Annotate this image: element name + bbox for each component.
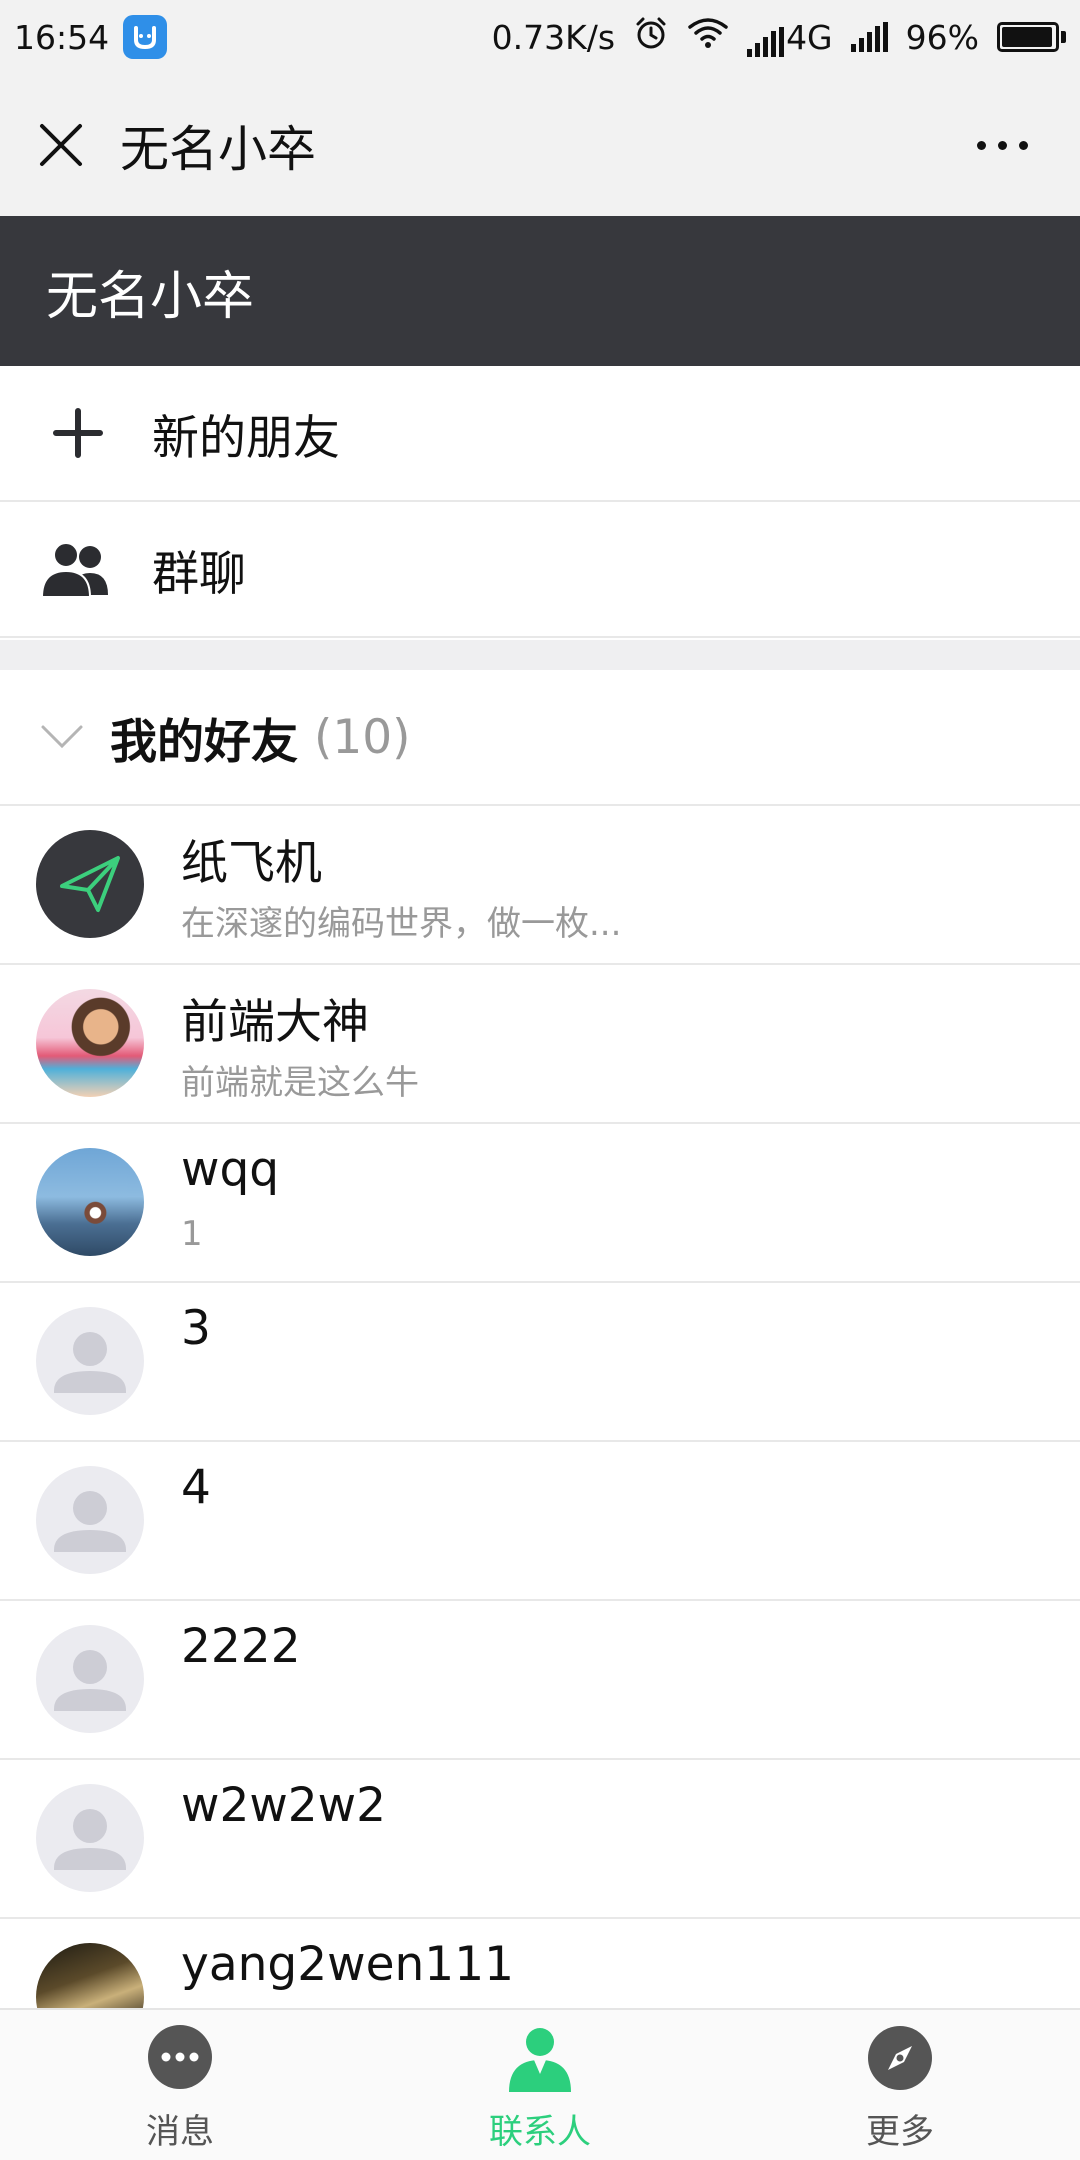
plus-icon <box>38 405 118 461</box>
page-title: 无名小卒 <box>120 120 317 178</box>
default-avatar-icon <box>36 1784 144 1892</box>
friend-name: 纸飞机 <box>181 836 322 891</box>
friend-row[interactable]: 4 <box>0 1442 1080 1601</box>
status-bar: 16:54 0.73K/s 4G 96% <box>0 0 1080 74</box>
friend-signature: 前端就是这么牛 <box>181 1063 419 1103</box>
friend-name: 3 <box>181 1301 211 1356</box>
default-avatar-icon <box>36 1466 144 1574</box>
close-icon <box>40 124 82 166</box>
network-type: 4G <box>786 17 833 57</box>
group-icon <box>38 539 118 599</box>
contact-person-icon <box>509 2028 571 2092</box>
alarm-icon <box>633 15 669 59</box>
profile-header: 无名小卒 <box>0 216 1080 366</box>
battery-percent: 96% <box>905 17 979 57</box>
friend-row[interactable]: wqq 1 <box>0 1124 1080 1283</box>
compass-icon <box>868 2026 932 2090</box>
new-friends-label: 新的朋友 <box>152 410 340 466</box>
tab-more[interactable]: 更多 <box>720 2010 1080 2160</box>
chat-bubble-icon <box>148 2025 212 2089</box>
group-count: (10) <box>314 709 411 765</box>
scene-photo-avatar <box>36 1148 144 1256</box>
tab-contacts-label: 联系人 <box>489 2112 591 2152</box>
default-avatar-icon <box>36 1625 144 1733</box>
friend-name: 4 <box>181 1460 211 1515</box>
signal-bars-icon <box>747 26 785 57</box>
friend-row[interactable]: w2w2w2 <box>0 1760 1080 1919</box>
network-speed: 0.73K/s <box>491 17 616 57</box>
section-divider <box>0 640 1080 670</box>
friend-row[interactable]: 3 <box>0 1283 1080 1442</box>
portrait-photo-avatar <box>36 989 144 1097</box>
friend-signature: 在深邃的编码世界，做一枚... <box>181 904 622 944</box>
group-chat-row[interactable]: 群聊 <box>0 502 1080 638</box>
friend-row[interactable]: 纸飞机 在深邃的编码世界，做一枚... <box>0 806 1080 965</box>
status-time: 16:54 <box>14 17 110 57</box>
friend-name: yang2wen111 <box>181 1937 514 1992</box>
group-title: 我的好友 <box>110 714 298 770</box>
tab-more-label: 更多 <box>866 2112 934 2152</box>
friend-name: w2w2w2 <box>181 1778 387 1833</box>
wifi-icon <box>687 17 729 57</box>
app-notification-icon <box>123 15 168 59</box>
dark-photo-avatar <box>36 1943 144 2010</box>
friend-name: 2222 <box>181 1619 301 1674</box>
more-options-button[interactable] <box>961 131 1044 160</box>
battery-icon <box>997 22 1066 52</box>
tab-messages-label: 消息 <box>146 2112 214 2152</box>
profile-name: 无名小卒 <box>46 266 255 327</box>
friend-group-header[interactable]: 我的好友 (10) <box>0 670 1080 806</box>
friend-name: 前端大神 <box>181 995 369 1050</box>
tab-messages[interactable]: 消息 <box>0 2010 360 2160</box>
default-avatar-icon <box>36 1307 144 1415</box>
signal-bars-2-icon <box>850 22 888 52</box>
friend-signature: 1 <box>181 1214 203 1254</box>
friend-row[interactable]: 2222 <box>0 1601 1080 1760</box>
chevron-down-icon <box>40 723 84 751</box>
close-button[interactable] <box>36 120 86 170</box>
friend-row[interactable]: yang2wen111 <box>0 1919 1080 2010</box>
friend-name: wqq <box>181 1142 280 1197</box>
friend-row[interactable]: 前端大神 前端就是这么牛 <box>0 965 1080 1124</box>
paper-plane-avatar <box>36 830 144 938</box>
tab-contacts[interactable]: 联系人 <box>360 2010 720 2160</box>
title-bar: 无名小卒 <box>0 74 1080 216</box>
friend-list[interactable]: 纸飞机 在深邃的编码世界，做一枚... 前端大神 前端就是这么牛 wqq 1 3… <box>0 806 1080 2010</box>
new-friends-row[interactable]: 新的朋友 <box>0 366 1080 502</box>
bottom-tab-bar: 消息 联系人 更多 <box>0 2008 1080 2160</box>
group-chat-label: 群聊 <box>152 546 246 602</box>
